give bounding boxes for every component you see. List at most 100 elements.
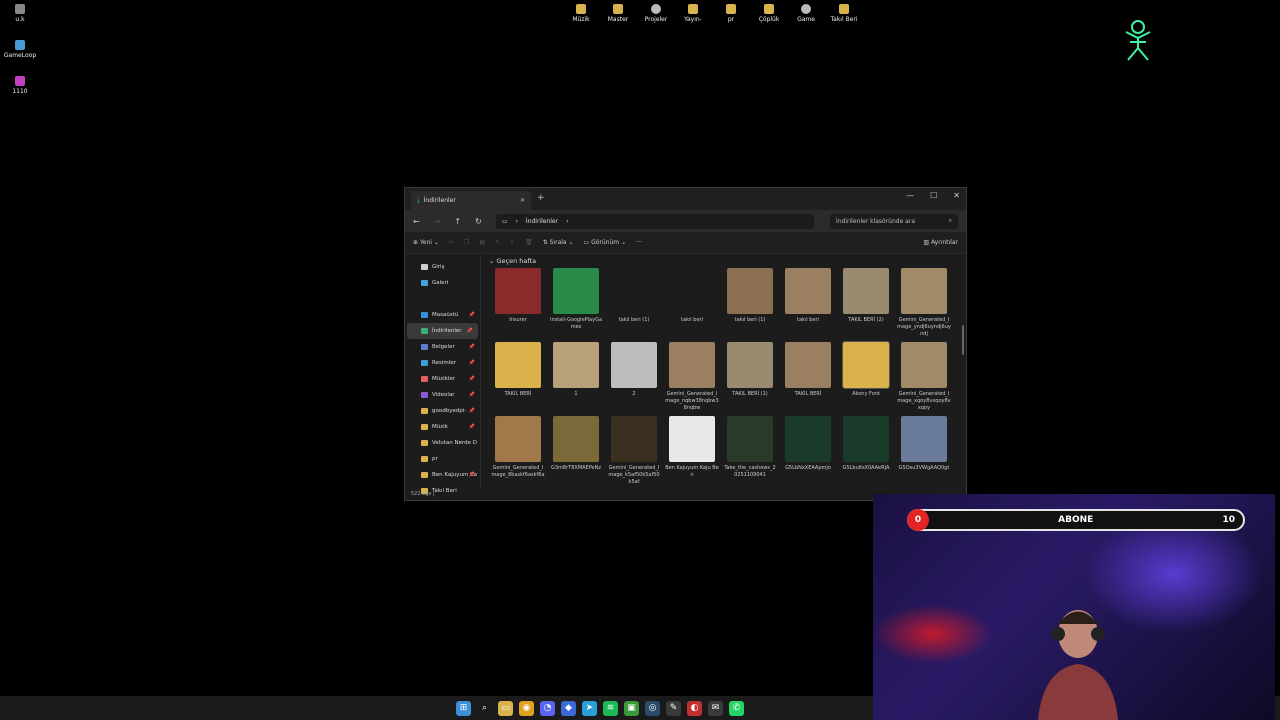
file-item[interactable]: Gemini_Generated_Image_k5af50k5af50k5af bbox=[605, 416, 663, 488]
minimize-button[interactable]: — bbox=[906, 191, 914, 200]
new-tab-button[interactable]: + bbox=[537, 193, 545, 203]
tab-downloads[interactable]: ⤓ İndirilenler ✕ bbox=[411, 191, 531, 210]
desktop-icon[interactable]: u.k bbox=[0, 4, 40, 23]
back-icon[interactable]: ← bbox=[413, 217, 420, 226]
desktop-icon[interactable]: Game bbox=[786, 4, 826, 23]
scrollbar[interactable] bbox=[962, 325, 964, 355]
sidebar-item[interactable]: Giriş bbox=[405, 259, 480, 275]
search-input[interactable]: İndirilenler klasöründe ara ⌕ bbox=[830, 213, 958, 229]
view-button[interactable]: ▭ Görünüm ⌄ bbox=[584, 239, 627, 246]
sub-count: 0 bbox=[907, 509, 929, 531]
folder-icon bbox=[688, 4, 698, 14]
close-button[interactable]: ✕ bbox=[953, 191, 960, 200]
file-item[interactable]: Gemini_Generated_Image_yndj6uyndj6uyndj bbox=[895, 268, 953, 340]
chrome-icon[interactable]: ◉ bbox=[519, 700, 534, 716]
file-item[interactable]: TAKIL BERİ bbox=[779, 342, 837, 414]
desktop-icon[interactable]: Projeler bbox=[636, 4, 676, 23]
start-icon[interactable]: ⊞ bbox=[456, 700, 471, 716]
file-item[interactable]: takıl beri (1) bbox=[605, 268, 663, 340]
file-item[interactable]: Gemini_Generated_Image_xqoy8vxqoy8vxqoy bbox=[895, 342, 953, 414]
file-item[interactable]: Take_the_cashews_20251109041 bbox=[721, 416, 779, 488]
sidebar-item[interactable]: Müzik 📌 bbox=[405, 419, 480, 435]
telegram-icon[interactable]: ➤ bbox=[582, 700, 597, 716]
desktop-icon[interactable]: pr bbox=[711, 4, 751, 23]
refresh-icon[interactable]: ↻ bbox=[475, 217, 482, 226]
desktop-icon[interactable]: GameLoop bbox=[0, 40, 40, 59]
breadcrumb[interactable]: İndirilenler bbox=[526, 218, 558, 225]
chevron-right-icon: › bbox=[515, 217, 518, 225]
file-item[interactable]: 2 bbox=[605, 342, 663, 414]
file-item[interactable]: G3m8rT8XMAEPeNz bbox=[547, 416, 605, 488]
file-item[interactable]: Gemini_Generated_Image_8baskf6askf6a bbox=[489, 416, 547, 488]
file-item[interactable]: Insurer bbox=[489, 268, 547, 340]
delete-icon[interactable]: 🗑 bbox=[525, 239, 533, 246]
up-icon[interactable]: ↑ bbox=[454, 217, 461, 226]
chevron-right-icon: › bbox=[566, 217, 569, 225]
spotify-icon[interactable]: ≋ bbox=[603, 700, 618, 716]
details-button[interactable]: ▥ Ayrıntılar bbox=[923, 239, 958, 246]
desktop-icon[interactable]: Master bbox=[598, 4, 638, 23]
sidebar-item[interactable]: goodbyedpi- 📌 bbox=[405, 403, 480, 419]
forward-icon[interactable]: → bbox=[434, 217, 441, 226]
webcam-overlay: 0 ABONE 10 bbox=[873, 494, 1275, 720]
close-tab-icon[interactable]: ✕ bbox=[520, 197, 525, 204]
file-item[interactable]: takıl beri bbox=[663, 268, 721, 340]
address-bar[interactable]: ▭ › İndirilenler › bbox=[495, 213, 814, 229]
sidebar-item[interactable]: Belgeler 📌 bbox=[405, 339, 480, 355]
more-button[interactable]: ··· bbox=[636, 239, 642, 246]
sidebar-item[interactable]: Velutan Nerde D bbox=[405, 435, 480, 451]
group-header[interactable]: ⌄ Geçen hafta bbox=[489, 257, 958, 265]
file-item[interactable]: G5Lbu6sX0AAeRJA bbox=[837, 416, 895, 488]
app-icon[interactable]: ◐ bbox=[687, 700, 702, 716]
desktop-icon[interactable]: Takıl Beri bbox=[824, 4, 864, 23]
sidebar-item[interactable]: Masaüstü 📌 bbox=[405, 307, 480, 323]
discord-icon[interactable]: ◔ bbox=[540, 700, 555, 716]
rename-icon[interactable]: ✎ bbox=[495, 239, 500, 246]
file-item[interactable]: TAKIL BERİ (2) bbox=[837, 268, 895, 340]
search-icon[interactable]: ⌕ bbox=[477, 700, 492, 716]
sidebar-item[interactable]: Müzikler 📌 bbox=[405, 371, 480, 387]
sidebar-item[interactable]: pr bbox=[405, 451, 480, 467]
file-view: ⌄ Geçen hafta Insurer Install-GooglePlayG… bbox=[481, 255, 966, 488]
app-icon[interactable]: ✎ bbox=[666, 700, 681, 716]
desktop-icon[interactable]: Müzik bbox=[561, 4, 601, 23]
desktop-icon[interactable]: Yayın- bbox=[673, 4, 713, 23]
file-thumbnail bbox=[611, 342, 657, 388]
sidebar-item[interactable]: Galeri bbox=[405, 275, 480, 291]
file-item[interactable]: takıl beri bbox=[779, 268, 837, 340]
file-item[interactable]: G5LbNxXEAApmJo bbox=[779, 416, 837, 488]
sidebar-item[interactable]: Ben Kajuyum Ka 📌 bbox=[405, 467, 480, 483]
file-item[interactable]: TAKIL BERİ (1) bbox=[721, 342, 779, 414]
sidebar-item[interactable]: Videolar 📌 bbox=[405, 387, 480, 403]
file-explorer-icon[interactable]: ▭ bbox=[498, 700, 513, 716]
whatsapp-icon[interactable]: ✆ bbox=[729, 700, 744, 716]
maximize-button[interactable]: ☐ bbox=[930, 191, 937, 200]
new-button[interactable]: ⊕ Yeni ⌄ bbox=[413, 239, 439, 246]
desktop-icon[interactable]: 1110 bbox=[0, 76, 40, 95]
file-item[interactable]: G5Osu3VWgAAQ0gt bbox=[895, 416, 953, 488]
file-item[interactable]: Gemini_Generated_Image_nqbw38nqbw38nqbw bbox=[663, 342, 721, 414]
file-item[interactable]: Install-GooglePlayGames bbox=[547, 268, 605, 340]
share-icon[interactable]: ⇪ bbox=[510, 239, 515, 246]
cut-icon[interactable]: ✂ bbox=[449, 239, 454, 246]
file-item[interactable]: TAKIL BERİ bbox=[489, 342, 547, 414]
file-name: G5Osu3VWgAAQ0gt bbox=[898, 465, 950, 471]
copy-icon[interactable]: ❐ bbox=[464, 239, 469, 246]
download-icon: ⤓ bbox=[417, 196, 420, 204]
paste-icon[interactable]: ▤ bbox=[479, 239, 485, 246]
xbox-icon[interactable]: ▣ bbox=[624, 700, 639, 716]
file-thumbnail bbox=[669, 268, 715, 314]
app-icon[interactable]: ◆ bbox=[561, 700, 576, 716]
file-item[interactable]: takıl beri (1) bbox=[721, 268, 779, 340]
sidebar-item[interactable]: Resimler 📌 bbox=[405, 355, 480, 371]
file-name: Gemini_Generated_Image_8baskf6askf6a bbox=[491, 465, 545, 478]
sort-button[interactable]: ⇅ Sırala ⌄ bbox=[543, 239, 574, 246]
desktop-icon-label: 1110 bbox=[12, 88, 28, 95]
steam-icon[interactable]: ◎ bbox=[645, 700, 660, 716]
app-icon[interactable]: ✉ bbox=[708, 700, 723, 716]
file-item[interactable]: 1 bbox=[547, 342, 605, 414]
sidebar-item[interactable]: İndirilenler 📌 bbox=[407, 323, 478, 339]
file-item[interactable]: Ben Kajuyum Kaju Ben bbox=[663, 416, 721, 488]
file-item[interactable]: Akony Font bbox=[837, 341, 895, 414]
desktop-icon[interactable]: Çöplük bbox=[749, 4, 789, 23]
